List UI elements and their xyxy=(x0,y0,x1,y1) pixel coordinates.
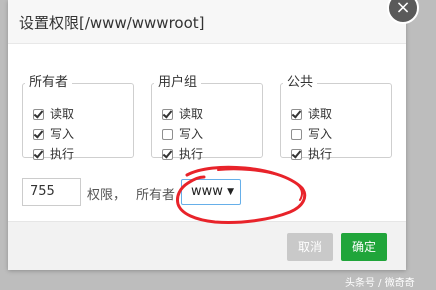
group-write-checkbox[interactable] xyxy=(162,128,173,140)
group-write-label: 写入 xyxy=(179,127,204,141)
owner-read-checkbox[interactable] xyxy=(33,108,44,120)
permission-label: 权限， xyxy=(87,188,127,203)
owner-write-checkbox[interactable] xyxy=(33,128,44,140)
group-read-label: 读取 xyxy=(179,107,204,121)
dialog-title: 设置权限[/www/wwwroot] xyxy=(19,14,205,32)
public-group-legend: 公共 xyxy=(287,75,314,90)
owner-select[interactable]: www ▼ xyxy=(181,179,241,205)
owner-execute-option[interactable]: 执行 xyxy=(33,145,74,163)
public-execute-checkbox[interactable] xyxy=(291,148,302,160)
dropdown-arrow-icon: ▼ xyxy=(227,187,234,197)
public-read-checkbox[interactable] xyxy=(291,108,302,120)
group-permission-group: 用户组 读取 写入 执行 xyxy=(151,75,263,161)
dialog-header: 设置权限[/www/wwwroot] xyxy=(8,0,406,44)
public-write-checkbox[interactable] xyxy=(291,128,302,140)
group-read-option[interactable]: 读取 xyxy=(162,105,203,123)
group-read-checkbox[interactable] xyxy=(162,108,173,120)
owner-write-label: 写入 xyxy=(50,127,75,141)
owner-select-value: www xyxy=(191,184,223,199)
dialog-footer: 取消 确定 xyxy=(8,221,406,270)
public-write-label: 写入 xyxy=(308,127,333,141)
permission-dialog: 设置权限[/www/wwwroot] 所有者 读取 写入 执行 用户组 读取 写… xyxy=(8,0,406,270)
cancel-button[interactable]: 取消 xyxy=(287,233,333,261)
owner-group-legend: 所有者 xyxy=(29,75,69,90)
owner-read-label: 读取 xyxy=(50,107,75,121)
group-group-legend: 用户组 xyxy=(158,75,198,90)
public-read-label: 读取 xyxy=(308,107,333,121)
public-permission-group: 公共 读取 写入 执行 xyxy=(280,75,392,161)
ok-button[interactable]: 确定 xyxy=(341,233,387,261)
group-execute-label: 执行 xyxy=(179,147,204,161)
watermark: 头条号 / 微奇奇 xyxy=(345,278,415,289)
group-execute-option[interactable]: 执行 xyxy=(162,145,203,163)
group-execute-checkbox[interactable] xyxy=(162,148,173,160)
owner-write-option[interactable]: 写入 xyxy=(33,125,74,143)
public-execute-option[interactable]: 执行 xyxy=(291,145,332,163)
public-execute-label: 执行 xyxy=(308,147,333,161)
owner-permission-group: 所有者 读取 写入 执行 xyxy=(22,75,134,161)
owner-read-option[interactable]: 读取 xyxy=(33,105,74,123)
owner-execute-label: 执行 xyxy=(50,147,75,161)
permission-value-input[interactable]: 755 xyxy=(22,178,81,206)
public-write-option[interactable]: 写入 xyxy=(291,125,332,143)
group-write-option[interactable]: 写入 xyxy=(162,125,203,143)
owner-label: 所有者 xyxy=(136,188,176,203)
owner-execute-checkbox[interactable] xyxy=(33,148,44,160)
public-read-option[interactable]: 读取 xyxy=(291,105,332,123)
